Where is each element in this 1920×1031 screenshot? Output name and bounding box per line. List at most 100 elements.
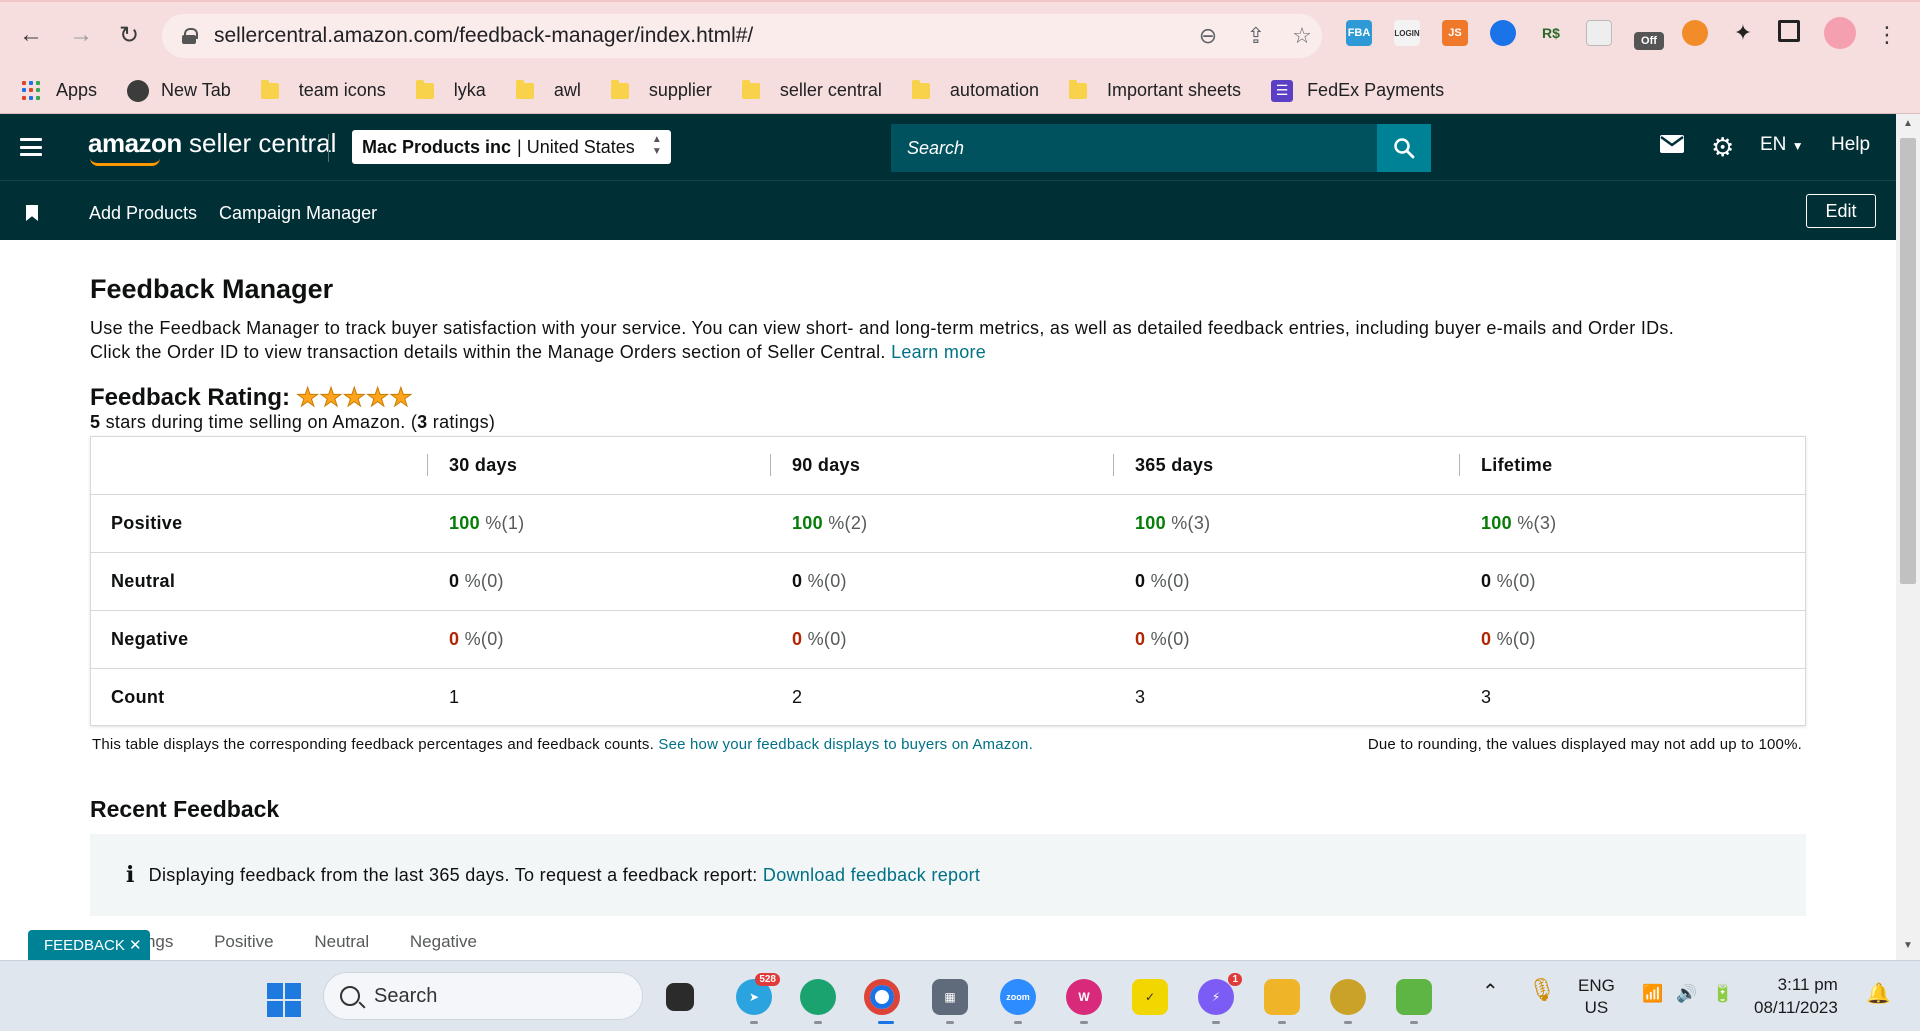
bookmark-new-tab[interactable]: New Tab bbox=[127, 79, 231, 102]
reload-icon[interactable]: ↻ bbox=[112, 18, 146, 52]
bookmark-supplier[interactable]: supplier bbox=[610, 79, 712, 101]
bookmark-team-icons[interactable]: team icons bbox=[260, 79, 386, 101]
help-link[interactable]: Help bbox=[1831, 134, 1870, 156]
subnav-add-products[interactable]: Add Products bbox=[89, 203, 197, 224]
zoom-icon[interactable]: ⊖ bbox=[1194, 22, 1222, 50]
plus-extension-icon[interactable] bbox=[1490, 20, 1516, 46]
tab-neutral[interactable]: Neutral bbox=[314, 932, 369, 951]
chrome-icon[interactable] bbox=[864, 979, 900, 1015]
gear-icon[interactable]: ⚙ bbox=[1711, 132, 1734, 163]
rs-extension-icon[interactable]: R$ bbox=[1538, 20, 1564, 46]
back-arrow-icon[interactable]: ← bbox=[14, 18, 48, 52]
table-cell: 3 bbox=[1481, 687, 1492, 707]
battery-icon[interactable]: 🔋 bbox=[1712, 983, 1733, 1005]
row-label: Count bbox=[111, 687, 165, 707]
seller-central-header: amazon seller central Mac Products inc | … bbox=[0, 114, 1896, 180]
page-scrollbar[interactable]: ▲ ▼ bbox=[1896, 114, 1920, 960]
table-cell: 0 %(0) bbox=[449, 571, 504, 591]
running-indicator bbox=[1278, 1021, 1286, 1024]
info-banner: i Displaying feedback from the last 365 … bbox=[90, 834, 1806, 916]
bookmark-seller-central[interactable]: seller central bbox=[741, 79, 882, 101]
bowl-app-icon[interactable] bbox=[1330, 979, 1366, 1015]
firefox-extension-icon[interactable] bbox=[1682, 20, 1708, 46]
windows-start-icon[interactable] bbox=[267, 983, 301, 1017]
more-menu-icon[interactable]: ⋮ bbox=[1870, 18, 1904, 52]
info-icon: i bbox=[126, 862, 135, 888]
notification-bell-icon[interactable]: 🔔 bbox=[1866, 983, 1891, 1005]
zoom-app-icon[interactable]: zoom bbox=[1000, 979, 1036, 1015]
off-extension-icon[interactable]: Off bbox=[1634, 32, 1664, 50]
bookmark-important-sheets[interactable]: Important sheets bbox=[1068, 79, 1241, 101]
microphone-icon[interactable]: 🎙 bbox=[1528, 979, 1556, 1001]
folder-icon bbox=[260, 79, 279, 99]
scroll-up-icon[interactable]: ▲ bbox=[1903, 118, 1913, 129]
bookmark-icon[interactable] bbox=[26, 205, 38, 221]
search-input[interactable] bbox=[891, 124, 1377, 172]
search-bar bbox=[891, 124, 1431, 172]
sticky-notes-icon[interactable]: ✓ bbox=[1132, 979, 1168, 1015]
feedback-tab-button[interactable]: FEEDBACK ✕ bbox=[28, 930, 150, 960]
telegram-icon[interactable]: ➤ 528 bbox=[736, 973, 780, 1015]
recent-feedback-title: Recent Feedback bbox=[90, 796, 280, 822]
fba-extension-icon[interactable]: FBA bbox=[1346, 20, 1372, 46]
table-cell: 0 %(0) bbox=[1135, 629, 1190, 649]
mail-icon[interactable] bbox=[1659, 134, 1685, 160]
table-cell: 100 %(1) bbox=[449, 513, 525, 533]
caret-down-icon: ▼ bbox=[1791, 139, 1804, 153]
taskbar-search[interactable]: Search bbox=[323, 972, 643, 1020]
bookmark-apps[interactable]: Apps bbox=[22, 80, 97, 101]
hamburger-menu-icon[interactable] bbox=[20, 138, 42, 156]
calculator-icon[interactable]: ▦ bbox=[932, 979, 968, 1015]
language-indicator[interactable]: ENG US bbox=[1578, 975, 1615, 1019]
feedback-display-link[interactable]: See how your feedback displays to buyers… bbox=[658, 736, 1033, 753]
language-selector[interactable]: EN ▼ bbox=[1760, 134, 1804, 156]
edge-icon[interactable] bbox=[800, 979, 836, 1015]
tab-negative[interactable]: Negative bbox=[410, 932, 477, 951]
wifi-icon[interactable]: 📶 bbox=[1642, 983, 1663, 1005]
bookmark-lyka[interactable]: lyka bbox=[415, 79, 486, 101]
store-selector[interactable]: Mac Products inc | United States ▲ ▼ bbox=[352, 130, 671, 164]
bookmark-automation[interactable]: automation bbox=[911, 79, 1039, 101]
clip-extension-icon[interactable] bbox=[1586, 20, 1612, 46]
folder-icon bbox=[911, 79, 930, 99]
task-view-icon[interactable] bbox=[666, 983, 694, 1011]
column-separator bbox=[1113, 454, 1114, 476]
subnav-campaign-manager[interactable]: Campaign Manager bbox=[219, 203, 377, 224]
table-header-row: 30 days 90 days 365 days Lifetime bbox=[91, 437, 1805, 495]
volume-icon[interactable]: 🔊 bbox=[1676, 983, 1697, 1005]
green-app-icon[interactable] bbox=[1396, 979, 1432, 1015]
chevron-up-icon[interactable]: ⌃ bbox=[1482, 981, 1499, 1003]
profile-avatar-icon[interactable] bbox=[1824, 17, 1856, 49]
download-feedback-report-link[interactable]: Download feedback report bbox=[763, 865, 980, 886]
column-header: 90 days bbox=[792, 455, 861, 475]
star-rating-icon: ★★★★★ bbox=[296, 382, 414, 413]
login-extension-icon[interactable]: LOGIN bbox=[1394, 20, 1420, 46]
share-icon[interactable]: ⇪ bbox=[1242, 22, 1270, 50]
amazon-seller-central-logo[interactable]: amazon seller central bbox=[88, 128, 336, 159]
clock[interactable]: 3:11 pm 08/11/2023 bbox=[1754, 973, 1838, 1019]
file-explorer-icon[interactable] bbox=[1264, 979, 1300, 1015]
bookmark-star-icon[interactable]: ☆ bbox=[1288, 22, 1316, 50]
search-button[interactable] bbox=[1377, 124, 1431, 172]
running-indicator bbox=[946, 1021, 954, 1024]
messenger-icon[interactable]: ⚡ 1 bbox=[1198, 973, 1242, 1015]
table-row: Neutral 0 %(0) 0 %(0) 0 %(0) 0 %(0) bbox=[91, 553, 1805, 611]
table-cell: 0 %(0) bbox=[792, 629, 847, 649]
url-text: sellercentral.amazon.com/feedback-manage… bbox=[214, 24, 754, 47]
learn-more-link[interactable]: Learn more bbox=[891, 342, 986, 362]
edit-button[interactable]: Edit bbox=[1806, 194, 1876, 228]
scroll-thumb[interactable] bbox=[1900, 138, 1916, 584]
bookmark-awl[interactable]: awl bbox=[515, 79, 581, 101]
row-label: Negative bbox=[111, 629, 189, 649]
column-header: Lifetime bbox=[1481, 455, 1553, 475]
forward-arrow-icon[interactable]: → bbox=[64, 18, 98, 52]
bookmark-fedex-payments[interactable]: ☰ FedEx Payments bbox=[1271, 79, 1444, 102]
wps-office-icon[interactable]: W bbox=[1066, 979, 1102, 1015]
tab-positive[interactable]: Positive bbox=[214, 932, 274, 951]
puzzle-extensions-icon[interactable]: ✦ bbox=[1730, 20, 1756, 46]
js-extension-icon[interactable]: JS bbox=[1442, 20, 1468, 46]
running-indicator bbox=[814, 1021, 822, 1024]
scroll-down-icon[interactable]: ▼ bbox=[1903, 940, 1913, 951]
address-bar[interactable]: sellercentral.amazon.com/feedback-manage… bbox=[162, 14, 1322, 58]
sidebar-icon[interactable] bbox=[1778, 20, 1800, 42]
